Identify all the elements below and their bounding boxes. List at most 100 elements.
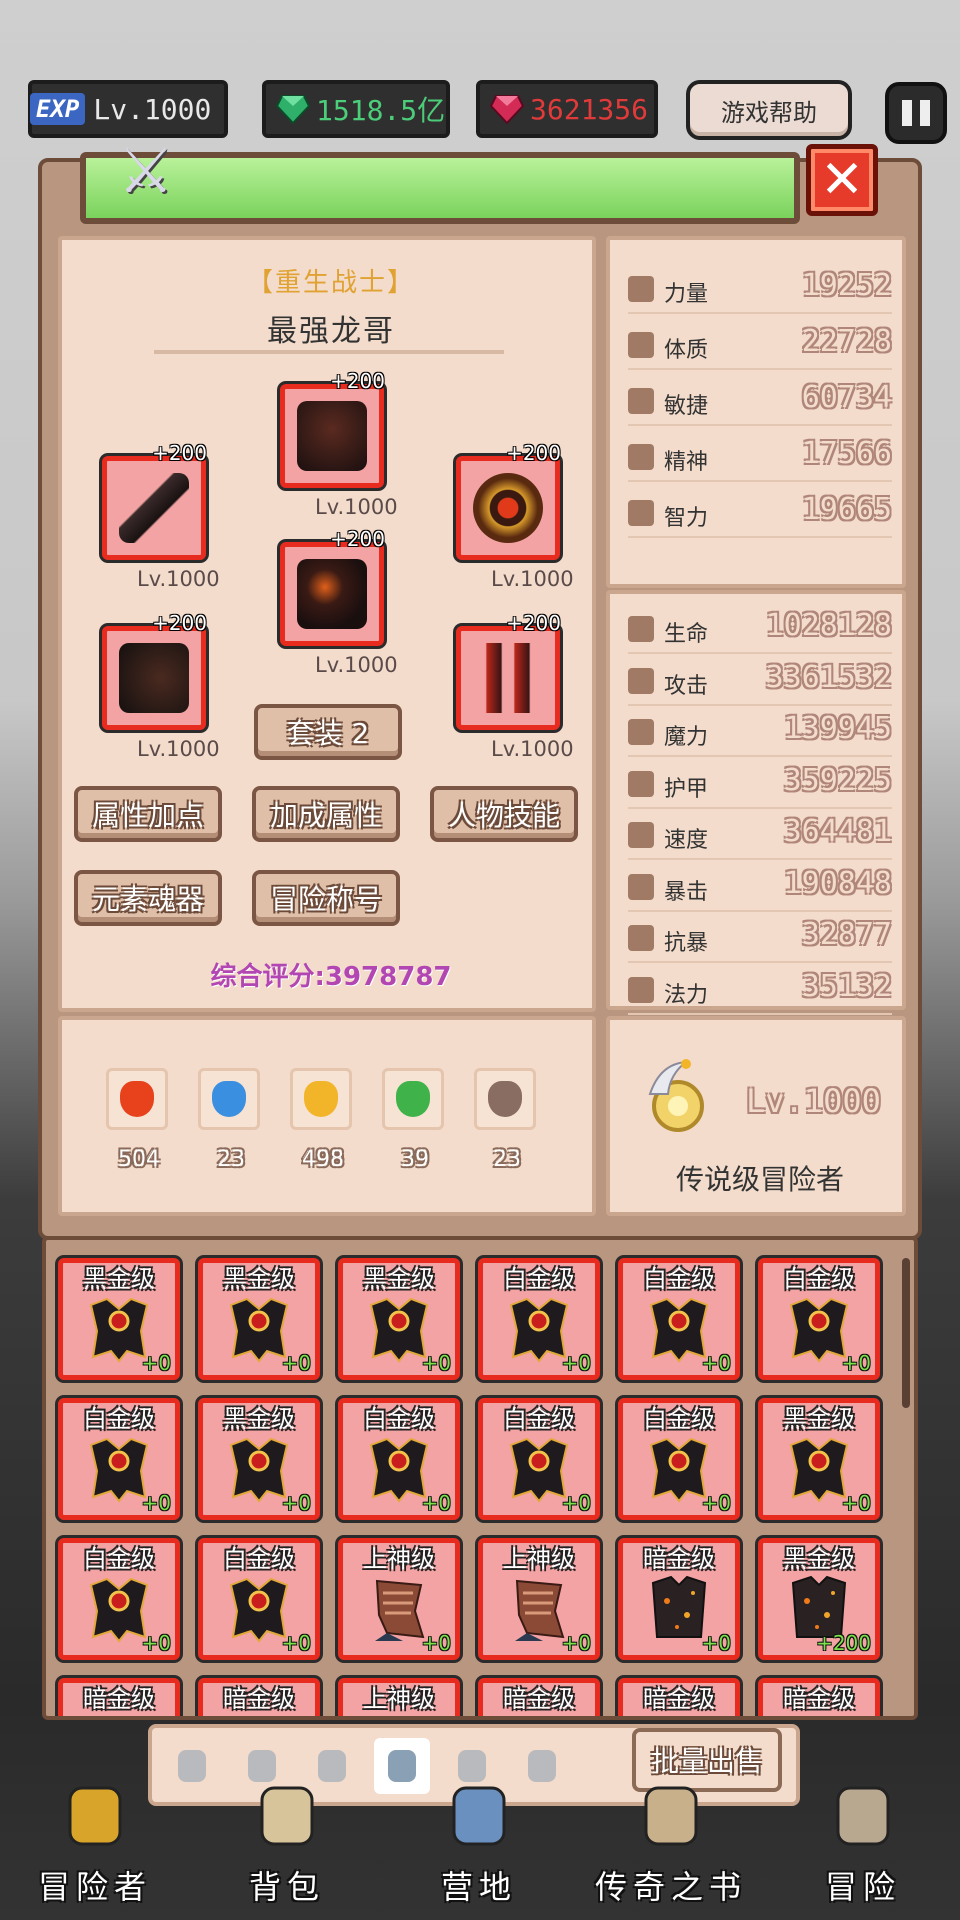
inventory-item[interactable]: 暗金级 [758,1678,880,1716]
stat-name: 智力 [664,506,709,531]
equip-slot-helmet[interactable]: +200 Lv.1000 [280,369,398,519]
inventory-item[interactable]: 黑金级 +200 [758,1538,880,1660]
stat-row: 力量 19252 [628,268,892,314]
nav-adventurer-helmet[interactable]: 冒险者 [0,1770,190,1920]
item-enhance: +0 [841,1351,871,1375]
inventory-item[interactable]: 白金级 +0 [58,1538,180,1660]
element-slot[interactable]: 23 [198,1068,260,1172]
legend-emblem-icon [648,1059,704,1132]
set-bonus-button[interactable]: 套装 2 [254,704,402,760]
heart-icon [628,616,654,642]
stat-row: 攻击 3361532 [628,660,892,706]
exp-badge: EXP [30,93,86,125]
inventory-item[interactable]: 白金级 +0 [478,1258,600,1380]
item-level: Lv.1000 [315,495,398,519]
game-help-button[interactable]: 游戏帮助 [686,80,852,140]
equip-slot-armor[interactable]: +200 Lv.1000 [280,527,398,677]
backpack-icon [260,1786,314,1846]
item-enhance: +0 [281,1491,311,1515]
player-level: Lv.1000 [93,92,212,126]
element-slot[interactable]: 23 [474,1068,536,1172]
inventory-scrollbar[interactable] [902,1258,910,1408]
bonus-attributes-button[interactable]: 加成属性 [252,786,400,842]
stat-value: 139945 [783,711,892,746]
nav-camp[interactable]: 营地 [384,1770,574,1920]
equip-slot-weapon[interactable]: +200 Lv.1000 [102,441,220,591]
element-slot[interactable]: 39 [382,1068,444,1172]
inventory-item[interactable]: 上神级 +0 [338,1538,460,1660]
item-enhance: +0 [141,1351,171,1375]
inventory-item[interactable]: 白金级 +0 [58,1398,180,1520]
item-grade: 白金级 [83,1545,155,1573]
heart-icon [628,332,654,358]
stat-name: 暴击 [664,879,709,905]
attribute-points-button[interactable]: 属性加点 [74,786,222,842]
overall-score: 综合评分:3978787 [210,962,452,992]
pause-button[interactable] [885,82,947,144]
inventory-item[interactable]: 白金级 +0 [338,1398,460,1520]
equip-slot-gloves[interactable]: +200 Lv.1000 [102,611,220,761]
element-count: 39 [401,1147,429,1172]
inventory-item[interactable]: 白金级 +0 [478,1398,600,1520]
element-count: 23 [493,1147,521,1172]
character-box: 【重生战士】 最强龙哥 +200 Lv.1000 +200 Lv.1000 +2… [58,236,596,1012]
stat-name: 护甲 [664,776,709,802]
close-button[interactable]: ✕ [806,144,878,216]
inventory-item[interactable]: 黑金级 +0 [198,1258,320,1380]
inventory-item[interactable]: 暗金级 [58,1678,180,1716]
stat-row: 精神 17566 [628,436,892,482]
item-enhance: +0 [421,1351,451,1375]
character-skills-button[interactable]: 人物技能 [430,786,578,842]
inventory-item[interactable]: 暗金级 [198,1678,320,1716]
stat-value: 190848 [783,865,892,901]
inventory-item[interactable]: 上神级 [338,1678,460,1716]
item-grade: 暗金级 [83,1685,155,1713]
nav-legend-book[interactable]: 传奇之书 [576,1770,766,1920]
inventory-item[interactable]: 黑金级 +0 [338,1258,460,1380]
item-grade: 黑金级 [363,1265,435,1293]
inventory-item[interactable]: 白金级 +0 [618,1398,740,1520]
stat-value: 1028128 [765,608,892,643]
inventory-item[interactable]: 暗金级 [618,1678,740,1716]
stat-name: 体质 [664,338,709,363]
stat-row: 体质 22728 [628,324,892,370]
equip-slot-boots[interactable]: +200 Lv.1000 [456,611,574,761]
inventory-item[interactable]: 暗金级 +0 [618,1538,740,1660]
item-grade: 白金级 [363,1405,435,1433]
inventory-item[interactable]: 黑金级 +0 [58,1258,180,1380]
stat-value: 359225 [783,762,892,798]
equip-slot-shield[interactable]: +200 Lv.1000 [456,441,574,591]
enhance-level: +200 [152,441,207,465]
item-enhance: +0 [701,1631,731,1655]
item-enhance: +0 [421,1491,451,1515]
inventory-item[interactable]: 白金级 +0 [758,1258,880,1380]
nav-backpack[interactable]: 背包 [192,1770,382,1920]
element-slot[interactable]: 504 [106,1068,168,1172]
inventory-item[interactable]: 白金级 +0 [198,1538,320,1660]
nav-adventure-sword[interactable]: 冒险 [768,1770,958,1920]
inventory-item[interactable]: 黑金级 +0 [198,1398,320,1520]
item-enhance: +200 [816,1631,871,1655]
inventory-grid: 黑金级 +0 黑金级 +0 黑金级 +0 白金级 +0 白金级 +0 白金级 +0 白金级 +0 黑金级 +0… [42,1236,918,1720]
item-grade: 白金级 [503,1405,575,1433]
inventory-item[interactable]: 白金级 +0 [618,1258,740,1380]
camp-icon [452,1786,506,1846]
inventory-item[interactable]: 上神级 +0 [478,1538,600,1660]
inventory-item[interactable]: 黑金级 +0 [758,1398,880,1520]
stat-name: 精神 [664,450,709,475]
element-soul-button[interactable]: 元素魂器 [74,870,222,926]
stat-value: 3361532 [765,659,892,695]
element-slot[interactable]: 498 [290,1068,352,1172]
adventure-title-button[interactable]: 冒险称号 [252,870,400,926]
stat-name: 敏捷 [664,394,709,419]
inventory-item[interactable]: 暗金级 [478,1678,600,1716]
stat-row: 速度 364481 [628,814,892,860]
item-enhance: +0 [141,1491,171,1515]
skull-icon [488,1081,522,1117]
item-grade: 黑金级 [83,1265,155,1293]
nav-label: 冒险 [824,1868,901,1906]
legend-book-icon [644,1786,698,1846]
item-enhance: +0 [141,1631,171,1655]
nav-label: 传奇之书 [594,1868,747,1906]
item-grade: 白金级 [223,1545,295,1573]
